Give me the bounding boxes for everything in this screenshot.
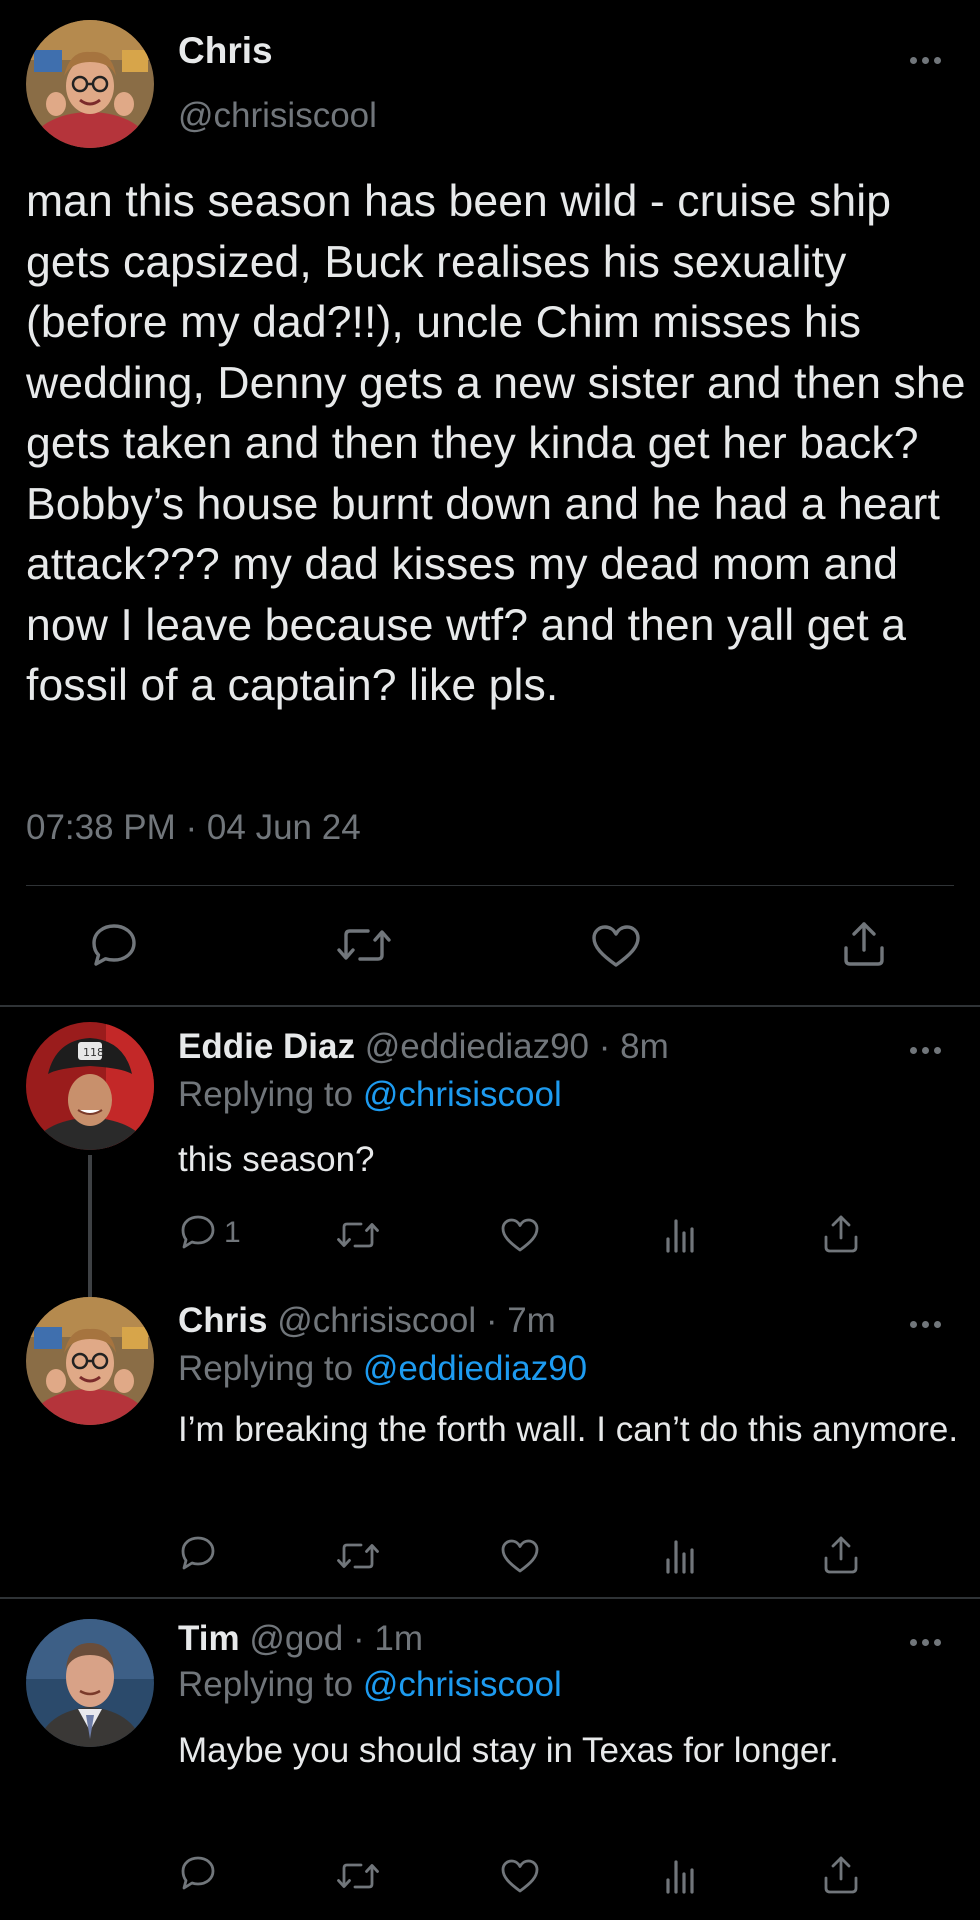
replying-to-label: Replying to xyxy=(178,1665,363,1704)
reply-icon[interactable] xyxy=(180,1535,216,1571)
replying-to: Replying to @chrisiscool xyxy=(178,1665,562,1705)
reply-text: this season? xyxy=(178,1140,375,1179)
reply-header: Tim @god · 1m xyxy=(178,1619,423,1659)
reply-text: I’m breaking the forth wall. I can’t do … xyxy=(178,1410,959,1449)
reply-author-name[interactable]: Eddie Diaz xyxy=(178,1027,355,1066)
author-handle[interactable]: @chrisiscool xyxy=(178,96,377,136)
retweet-icon[interactable] xyxy=(336,1219,380,1251)
reply-handle-time[interactable]: @eddiediaz90 · 8m xyxy=(365,1027,669,1066)
avatar-eddie[interactable]: 118 xyxy=(26,1022,154,1150)
more-horizontal-icon[interactable] xyxy=(908,1318,948,1330)
reply-handle-time[interactable]: @chrisiscool · 7m xyxy=(277,1301,556,1340)
main-tweet: Chris @chrisiscool man this season has b… xyxy=(0,0,980,1005)
analytics-icon[interactable] xyxy=(664,1217,696,1253)
svg-text:118: 118 xyxy=(83,1046,104,1059)
reply-author-name[interactable]: Chris xyxy=(178,1301,267,1340)
reply-icon[interactable] xyxy=(180,1855,216,1891)
replying-to: Replying to @chrisiscool xyxy=(178,1075,562,1115)
tweet-thread-page: Chris @chrisiscool man this season has b… xyxy=(0,0,980,1920)
reply-handle-time[interactable]: @god · 1m xyxy=(249,1619,423,1658)
replying-to: Replying to @eddiediaz90 xyxy=(178,1349,587,1389)
heart-icon[interactable] xyxy=(500,1217,540,1253)
mention-link[interactable]: @chrisiscool xyxy=(363,1075,562,1114)
mention-link[interactable]: @chrisiscool xyxy=(363,1665,562,1704)
replying-to-label: Replying to xyxy=(178,1349,363,1388)
retweet-icon[interactable] xyxy=(336,925,392,965)
heart-icon[interactable] xyxy=(591,924,641,968)
reply-tweet[interactable]: Tim @god · 1m Replying to @chrisiscool M… xyxy=(0,1599,980,1920)
heart-icon[interactable] xyxy=(500,1858,540,1894)
more-horizontal-icon[interactable] xyxy=(908,54,948,66)
retweet-icon[interactable] xyxy=(336,1540,380,1572)
reply-tweet[interactable]: 118 Eddie Diaz @eddiediaz90 · 8m Replyin… xyxy=(0,1007,980,1297)
analytics-icon[interactable] xyxy=(664,1858,696,1894)
author-name[interactable]: Chris xyxy=(178,30,273,72)
reply-header: Chris @chrisiscool · 7m xyxy=(178,1301,556,1341)
thread-connector xyxy=(88,1155,92,1297)
more-horizontal-icon[interactable] xyxy=(908,1636,948,1648)
avatar-chris[interactable] xyxy=(26,1297,154,1425)
share-icon[interactable] xyxy=(823,1214,859,1254)
retweet-icon[interactable] xyxy=(336,1860,380,1892)
reply-tweet[interactable]: Chris @chrisiscool · 7m Replying to @edd… xyxy=(0,1297,980,1597)
divider xyxy=(26,885,954,886)
share-icon[interactable] xyxy=(842,920,886,968)
reply-icon[interactable] xyxy=(180,1214,216,1250)
heart-icon[interactable] xyxy=(500,1538,540,1574)
analytics-icon[interactable] xyxy=(664,1538,696,1574)
reply-text: Maybe you should stay in Texas for longe… xyxy=(178,1731,839,1770)
tweet-text: man this season has been wild - cruise s… xyxy=(26,177,966,710)
replying-to-label: Replying to xyxy=(178,1075,363,1114)
mention-link[interactable]: @eddiediaz90 xyxy=(363,1349,587,1388)
reply-header: Eddie Diaz @eddiediaz90 · 8m xyxy=(178,1027,669,1067)
reply-author-name[interactable]: Tim xyxy=(178,1619,240,1658)
more-horizontal-icon[interactable] xyxy=(908,1044,948,1056)
reply-count: 1 xyxy=(224,1216,241,1249)
share-icon[interactable] xyxy=(823,1855,859,1895)
avatar-tim[interactable] xyxy=(26,1619,154,1747)
tweet-timestamp: 07:38 PM · 04 Jun 24 xyxy=(26,808,361,847)
share-icon[interactable] xyxy=(823,1535,859,1575)
reply-icon[interactable] xyxy=(90,922,138,968)
avatar-chris[interactable] xyxy=(26,20,154,148)
